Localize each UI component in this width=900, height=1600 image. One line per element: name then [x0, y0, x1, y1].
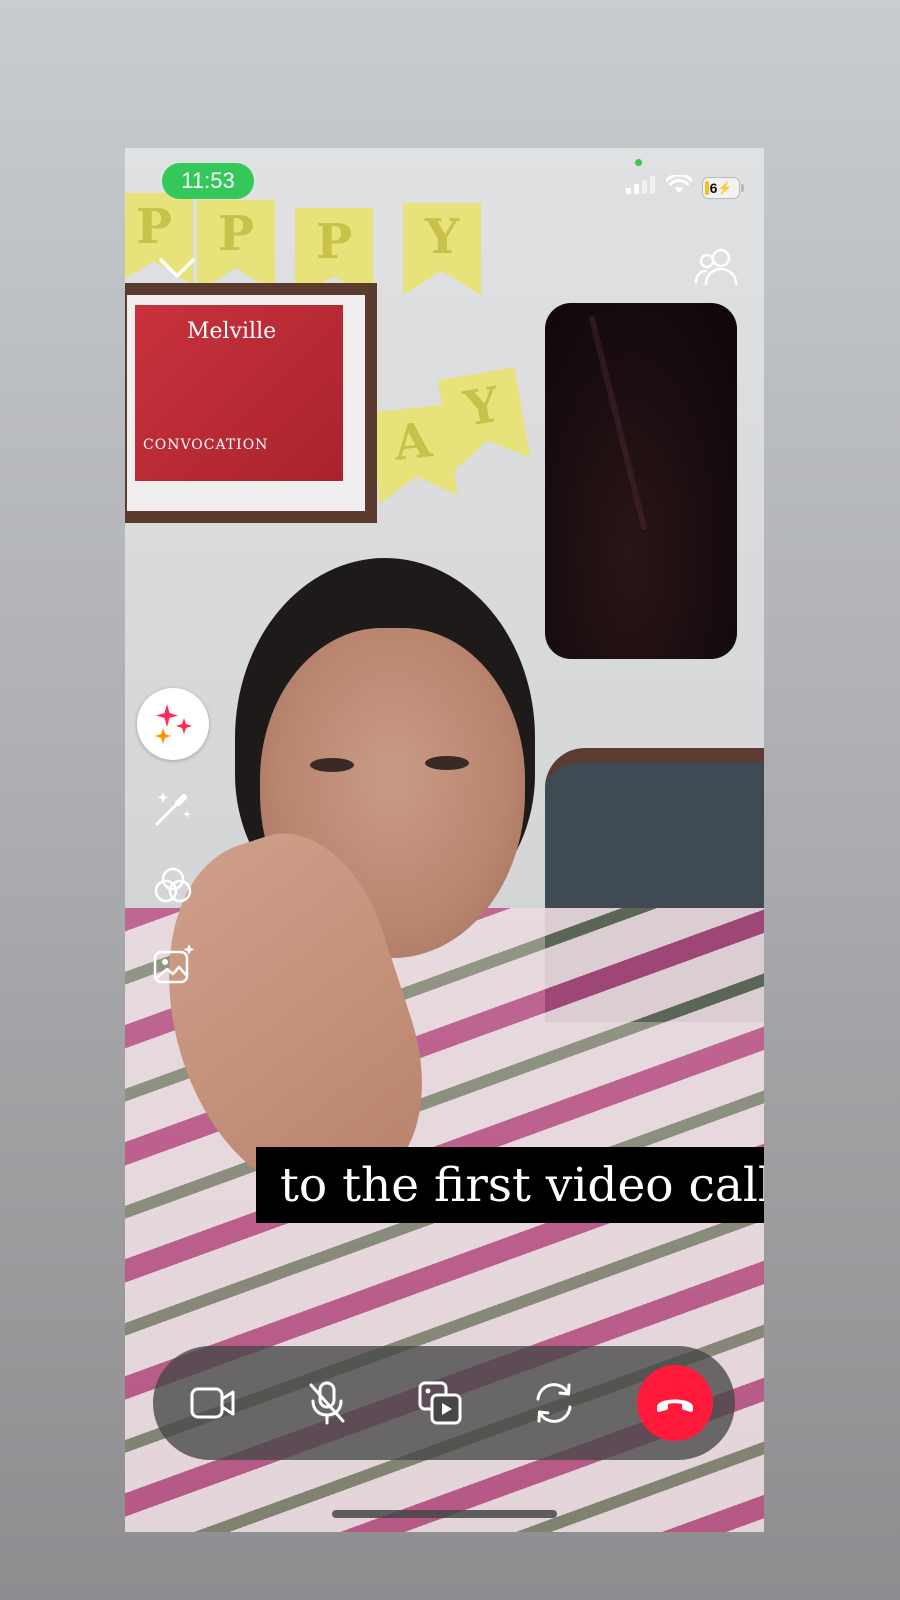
story-caption: to the first video call... [256, 1147, 764, 1223]
camera-in-use-indicator [635, 159, 642, 166]
share-media-button[interactable] [410, 1373, 470, 1433]
people-icon [694, 248, 738, 286]
minimize-call-button[interactable] [155, 248, 199, 288]
media-share-icon [418, 1381, 462, 1425]
convocation-poster: Melville CONVOCATION [135, 305, 343, 481]
hang-up-icon [657, 1399, 693, 1412]
backgrounds-button[interactable] [137, 934, 209, 994]
wifi-icon [665, 173, 693, 200]
mute-toggle-button[interactable] [297, 1373, 357, 1433]
poster-brand: Melville [187, 319, 277, 344]
sparkles-icon [155, 704, 192, 744]
effects-toolbar [137, 688, 209, 994]
banner-letter: Y [460, 376, 504, 438]
effects-button[interactable] [137, 688, 209, 760]
battery-level: 6 [709, 179, 718, 196]
video-call-screen: P P P Y A Y Melville CONVOCATION 11:53 6… [125, 148, 764, 1532]
battery-charging-icon: 6 ⚡ [702, 176, 744, 199]
mic-off-icon [309, 1381, 344, 1425]
banner-letter: A [391, 412, 435, 472]
camera-toggle-button[interactable] [183, 1373, 243, 1433]
flip-camera-button[interactable] [524, 1373, 584, 1433]
eye [310, 758, 354, 772]
end-call-button[interactable] [637, 1365, 713, 1441]
banner-pennant: Y [403, 203, 481, 295]
banner-letter: P [315, 214, 353, 270]
banner-letter: P [135, 199, 173, 255]
participants-button[interactable] [694, 246, 740, 290]
wall-picture-frame: Melville CONVOCATION [125, 283, 377, 523]
call-controls [153, 1346, 735, 1460]
filters-icon [154, 867, 192, 903]
banner-letter: P [217, 206, 255, 262]
banner-pennant: P [197, 200, 275, 292]
self-view-video[interactable] [545, 303, 737, 659]
banner-pennant: Y [438, 367, 531, 471]
banner-letter: Y [424, 209, 460, 265]
magic-wand-icon [155, 792, 191, 826]
charging-bolt: ⚡ [717, 180, 733, 195]
video-camera-icon [190, 1387, 235, 1419]
photo-sparkle-icon [153, 944, 195, 984]
eye [425, 756, 469, 770]
chevron-down-icon [159, 258, 195, 278]
home-indicator[interactable] [332, 1510, 557, 1518]
poster-caption: CONVOCATION [143, 437, 269, 453]
self-view-glare [588, 315, 648, 531]
touch-up-button[interactable] [137, 778, 209, 838]
signal-icon [626, 176, 656, 199]
status-icons: 6 ⚡ [626, 173, 744, 200]
flip-camera-icon [536, 1383, 571, 1423]
status-time: 11:53 [162, 163, 254, 199]
filters-button[interactable] [137, 856, 209, 916]
